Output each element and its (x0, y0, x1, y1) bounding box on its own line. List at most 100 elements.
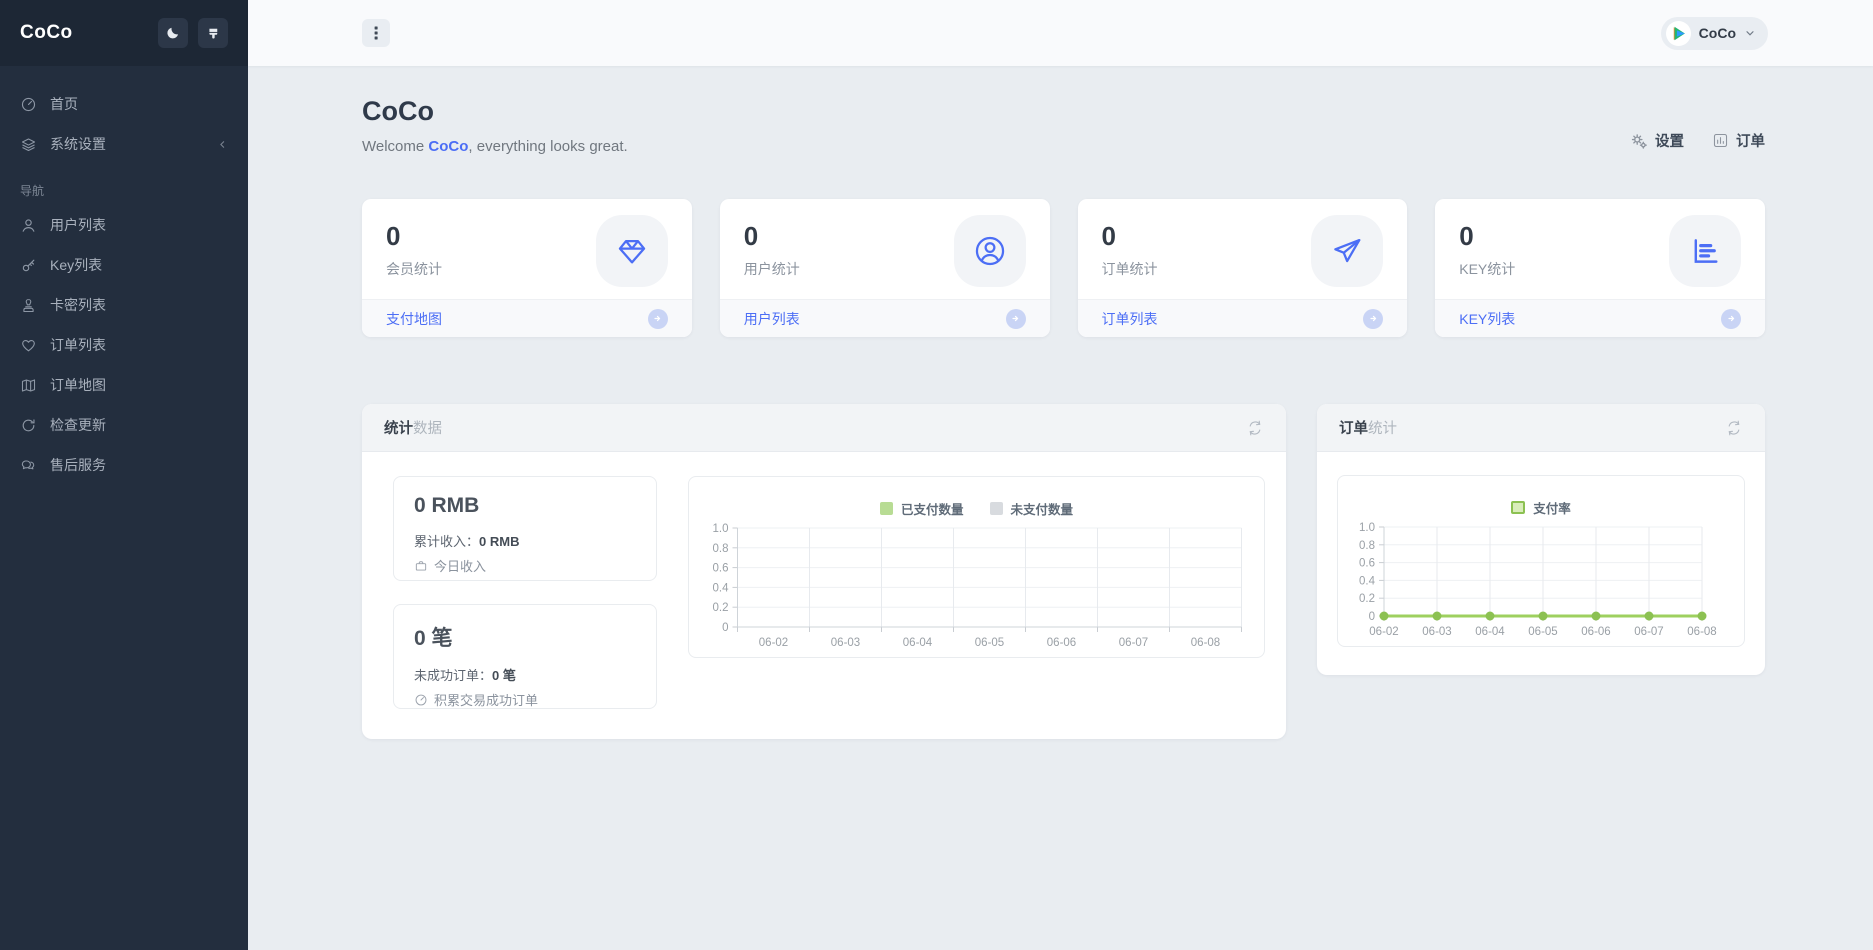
svg-text:0.2: 0.2 (1359, 593, 1375, 605)
page-head: CoCo Welcome CoCo, everything looks grea… (362, 96, 1765, 155)
avatar (1666, 21, 1691, 46)
pay-rate-chart: 00.20.40.60.81.006-0206-0306-0406-0506-0… (1338, 476, 1744, 646)
svg-text:06-07: 06-07 (1634, 626, 1663, 638)
stat-footer-link[interactable]: 订单列表 (1102, 309, 1158, 329)
sidebar-item-home[interactable]: 首页 (0, 84, 248, 124)
stat-footer-link[interactable]: 支付地图 (386, 309, 442, 329)
sidebar-item-check-update[interactable]: 检查更新 (0, 405, 248, 445)
user-menu-button[interactable]: CoCo (1661, 17, 1768, 50)
stat-footer-link[interactable]: KEY列表 (1459, 309, 1515, 329)
stat-card-footer[interactable]: 支付地图 (362, 299, 692, 337)
svg-text:06-06: 06-06 (1581, 626, 1610, 638)
sidebar-item-label: 检查更新 (50, 415, 106, 435)
failed-orders-card: 0 笔 未成功订单：0 笔 积累交易成功订单 (393, 604, 657, 709)
orders-panel-body: 支付率 00.20.40.60.81.006-0206-0306-0406-05… (1317, 452, 1765, 675)
sidebar-item-card-list[interactable]: 卡密列表 (0, 285, 248, 325)
sidebar-item-order-map[interactable]: 订单地图 (0, 365, 248, 405)
arrow-right-circle-icon (1363, 309, 1383, 329)
stat-value: 0 (386, 223, 442, 249)
stat-label: 订单统计 (1102, 259, 1158, 279)
svg-text:06-08: 06-08 (1191, 637, 1220, 649)
stat-card-footer[interactable]: 订单列表 (1078, 299, 1408, 337)
sidebar-toggle-button[interactable] (362, 19, 390, 47)
welcome-text: Welcome CoCo, everything looks great. (362, 138, 628, 155)
sidebar-item-label: 售后服务 (50, 455, 106, 475)
stat-card-footer[interactable]: KEY列表 (1435, 299, 1765, 337)
sidebar-item-label: 订单地图 (50, 375, 106, 395)
svg-text:06-05: 06-05 (1528, 626, 1557, 638)
page-head-text: CoCo Welcome CoCo, everything looks grea… (362, 96, 628, 155)
settings-button[interactable]: 设置 (1630, 130, 1684, 151)
paid-unpaid-chart-box: 已支付数量未支付数量 00.20.40.60.81.006-0206-0306-… (688, 476, 1265, 658)
refresh-button[interactable] (1725, 419, 1743, 437)
sidebar-item-key-list[interactable]: Key列表 (0, 245, 248, 285)
chevron-left-icon (217, 139, 228, 150)
briefcase-icon (414, 559, 428, 573)
svg-text:06-03: 06-03 (831, 637, 860, 649)
stats-panel-header: 统计数据 (362, 404, 1286, 452)
panel-title-muted: 统计 (1368, 421, 1397, 437)
orders-button[interactable]: 订单 (1712, 130, 1765, 151)
chat-icon (20, 457, 37, 474)
orders-panel: 订单统计 支付率 00.20.40.60.81.006-0206-0306-04… (1317, 404, 1765, 675)
sidebar-nav: 首页 系统设置 导航 用户列表 Key列表 (0, 66, 248, 485)
svg-text:06-03: 06-03 (1422, 626, 1451, 638)
sidebar-item-user-list[interactable]: 用户列表 (0, 205, 248, 245)
svg-text:06-02: 06-02 (759, 637, 788, 649)
stat-footer-link[interactable]: 用户列表 (744, 309, 800, 329)
heart-icon (20, 337, 37, 354)
stat-card-orders: 0 订单统计 订单列表 (1078, 199, 1408, 337)
sidebar-item-system-settings[interactable]: 系统设置 (0, 124, 248, 164)
svg-text:0: 0 (722, 622, 728, 634)
brand-logo: CoCo (20, 22, 73, 44)
income-value: 0 RMB (414, 494, 636, 518)
stat-label: KEY统计 (1459, 259, 1515, 279)
sidebar-item-label: 系统设置 (50, 134, 106, 154)
stat-value: 0 (1459, 223, 1515, 249)
sidebar-item-label: Key列表 (50, 255, 102, 275)
failed-orders-value: 0 笔 (414, 622, 636, 652)
panel-title: 统计数据 (384, 417, 442, 438)
sidebar-item-label: 首页 (50, 94, 78, 114)
stat-card-main: 0 订单统计 (1078, 199, 1408, 299)
svg-text:06-06: 06-06 (1047, 637, 1076, 649)
gem-icon (596, 215, 668, 287)
brush-icon (206, 26, 221, 41)
panel-title-muted: 数据 (413, 421, 442, 437)
orders-label: 订单 (1736, 130, 1765, 151)
stat-card-footer[interactable]: 用户列表 (720, 299, 1050, 337)
dark-mode-button[interactable] (158, 18, 188, 48)
gauge-icon (20, 96, 37, 113)
panel-title-strong: 订单 (1339, 421, 1368, 437)
income-caption-text: 今日收入 (434, 556, 486, 575)
bar-chart-icon (1669, 215, 1741, 287)
stat-card-users: 0 用户统计 用户列表 (720, 199, 1050, 337)
page-title: CoCo (362, 96, 628, 127)
svg-text:0.6: 0.6 (713, 563, 729, 575)
sidebar-item-order-list[interactable]: 订单列表 (0, 325, 248, 365)
welcome-prefix: Welcome (362, 138, 428, 155)
income-caption: 今日收入 (414, 556, 636, 575)
failed-orders-row-value: 0 笔 (492, 668, 516, 683)
stat-value: 0 (1102, 223, 1158, 249)
stat-label: 用户统计 (744, 259, 800, 279)
sidebar-item-after-sales[interactable]: 售后服务 (0, 445, 248, 485)
svg-text:0.8: 0.8 (1359, 540, 1375, 552)
svg-text:0.2: 0.2 (713, 602, 729, 614)
stats-panel-body: 0 RMB 累计收入：0 RMB 今日收入 0 笔 未成功订单：0 (362, 452, 1286, 739)
sidebar-item-label: 用户列表 (50, 215, 106, 235)
stats-row: 0 会员统计 支付地图 0 (362, 199, 1765, 337)
svg-text:06-02: 06-02 (1369, 626, 1398, 638)
refresh-button[interactable] (1246, 419, 1264, 437)
svg-text:0: 0 (1369, 611, 1375, 623)
chart-icon (1712, 132, 1729, 149)
welcome-user-link[interactable]: CoCo (428, 138, 468, 155)
kebab-icon (369, 25, 383, 41)
sidebar: CoCo 首页 系统设置 导航 (0, 0, 248, 950)
sidebar-item-label: 订单列表 (50, 335, 106, 355)
key-icon (20, 257, 37, 274)
stats-panel: 统计数据 0 RMB 累计收入：0 RMB (362, 404, 1286, 739)
theme-button[interactable] (198, 18, 228, 48)
map-icon (20, 377, 37, 394)
sidebar-header: CoCo (0, 0, 248, 66)
